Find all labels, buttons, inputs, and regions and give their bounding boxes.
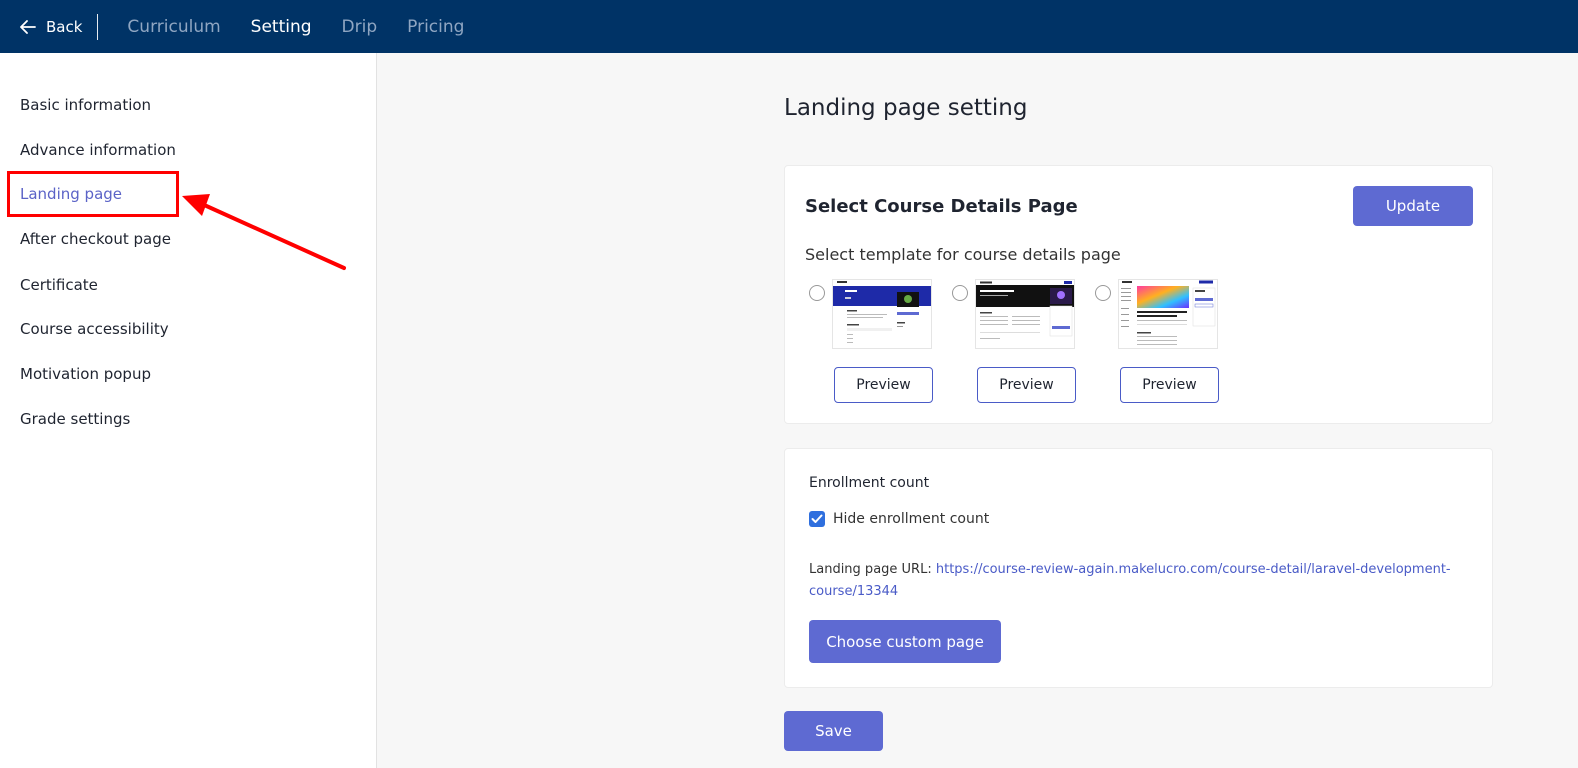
template-thumbnail-3 (1118, 279, 1218, 349)
red-arrow-annotation (182, 194, 346, 270)
tab-curriculum[interactable]: Curriculum (127, 17, 220, 37)
course-details-title: Select Course Details Page (805, 196, 1078, 217)
course-details-card: Select Course Details Page Update Select… (784, 165, 1493, 424)
sidebar-item-basic-information[interactable]: Basic information (20, 96, 151, 114)
update-button[interactable]: Update (1353, 186, 1473, 226)
sidebar-item-after-checkout-page[interactable]: After checkout page (20, 230, 171, 248)
sidebar-item-grade-settings[interactable]: Grade settings (20, 410, 130, 428)
arrow-left-icon (20, 19, 36, 34)
sidebar-item-course-accessibility[interactable]: Course accessibility (20, 320, 169, 338)
template-thumbnail-1 (832, 279, 932, 349)
back-button[interactable]: Back (20, 18, 82, 36)
tab-pricing[interactable]: Pricing (407, 17, 464, 37)
top-nav-bar: Back Curriculum Setting Drip Pricing (0, 0, 1578, 53)
sidebar-item-certificate[interactable]: Certificate (20, 276, 98, 294)
preview-button-1[interactable]: Preview (834, 367, 933, 403)
nav-divider (97, 13, 99, 40)
template-radio-3[interactable] (1095, 285, 1111, 301)
enrollment-count-title: Enrollment count (809, 475, 930, 491)
save-button[interactable]: Save (784, 711, 883, 751)
hide-enrollment-checkbox[interactable] (809, 511, 825, 527)
template-radio-1[interactable] (809, 285, 825, 301)
landing-page-url-label: Landing page URL: (809, 562, 932, 577)
preview-button-2[interactable]: Preview (977, 367, 1076, 403)
enrollment-card: Enrollment count Hide enrollment count L… (784, 448, 1493, 688)
template-radio-2[interactable] (952, 285, 968, 301)
tab-setting[interactable]: Setting (251, 17, 312, 37)
back-label: Back (46, 17, 83, 36)
sidebar-item-motivation-popup[interactable]: Motivation popup (20, 365, 151, 383)
preview-button-3[interactable]: Preview (1120, 367, 1219, 403)
template-subtitle: Select template for course details page (805, 245, 1121, 264)
hide-enrollment-label[interactable]: Hide enrollment count (833, 511, 989, 527)
sidebar-item-advance-information[interactable]: Advance information (20, 141, 176, 159)
landing-page-url-line: Landing page URL: https://course-review-… (809, 559, 1469, 603)
settings-sidebar: Basic information Advance information La… (0, 53, 377, 768)
template-thumbnail-2 (975, 279, 1075, 349)
choose-custom-page-button[interactable]: Choose custom page (809, 620, 1001, 663)
tab-drip[interactable]: Drip (342, 17, 378, 37)
highlight-annotation-box (7, 171, 179, 217)
page-title: Landing page setting (784, 95, 1028, 121)
check-icon (811, 514, 823, 523)
